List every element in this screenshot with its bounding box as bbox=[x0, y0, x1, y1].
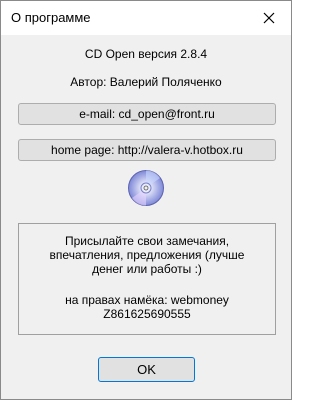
cd-disc-icon bbox=[128, 170, 164, 206]
dialog-body: CD Open версия 2.8.4 Автор: Валерий Поля… bbox=[1, 35, 291, 399]
message-box: Присылайте свои замечания, впечатления, … bbox=[18, 223, 276, 335]
homepage-button[interactable]: home page: http://valera-v.hotbox.ru bbox=[18, 139, 276, 161]
close-button[interactable] bbox=[247, 1, 291, 35]
version-label: CD Open версия 2.8.4 bbox=[84, 47, 208, 61]
message-line: впечатления, предложения (лучше bbox=[49, 248, 245, 262]
close-icon bbox=[263, 12, 275, 24]
message-line: Присылайте свои замечания, bbox=[64, 234, 230, 248]
message-line: на правах намёка: webmoney bbox=[65, 293, 229, 307]
window-title: О программе bbox=[11, 10, 91, 25]
message-line: денег или работы :) bbox=[92, 262, 202, 276]
author-label: Автор: Валерий Поляченко bbox=[70, 75, 222, 89]
about-dialog: О программе CD Open версия 2.8.4 Автор: … bbox=[0, 0, 292, 400]
title-bar[interactable]: О программе bbox=[1, 1, 291, 35]
email-button[interactable]: e-mail: cd_open@front.ru bbox=[18, 103, 276, 125]
message-line: Z861625690555 bbox=[103, 307, 191, 321]
ok-button[interactable]: OK bbox=[98, 357, 195, 382]
